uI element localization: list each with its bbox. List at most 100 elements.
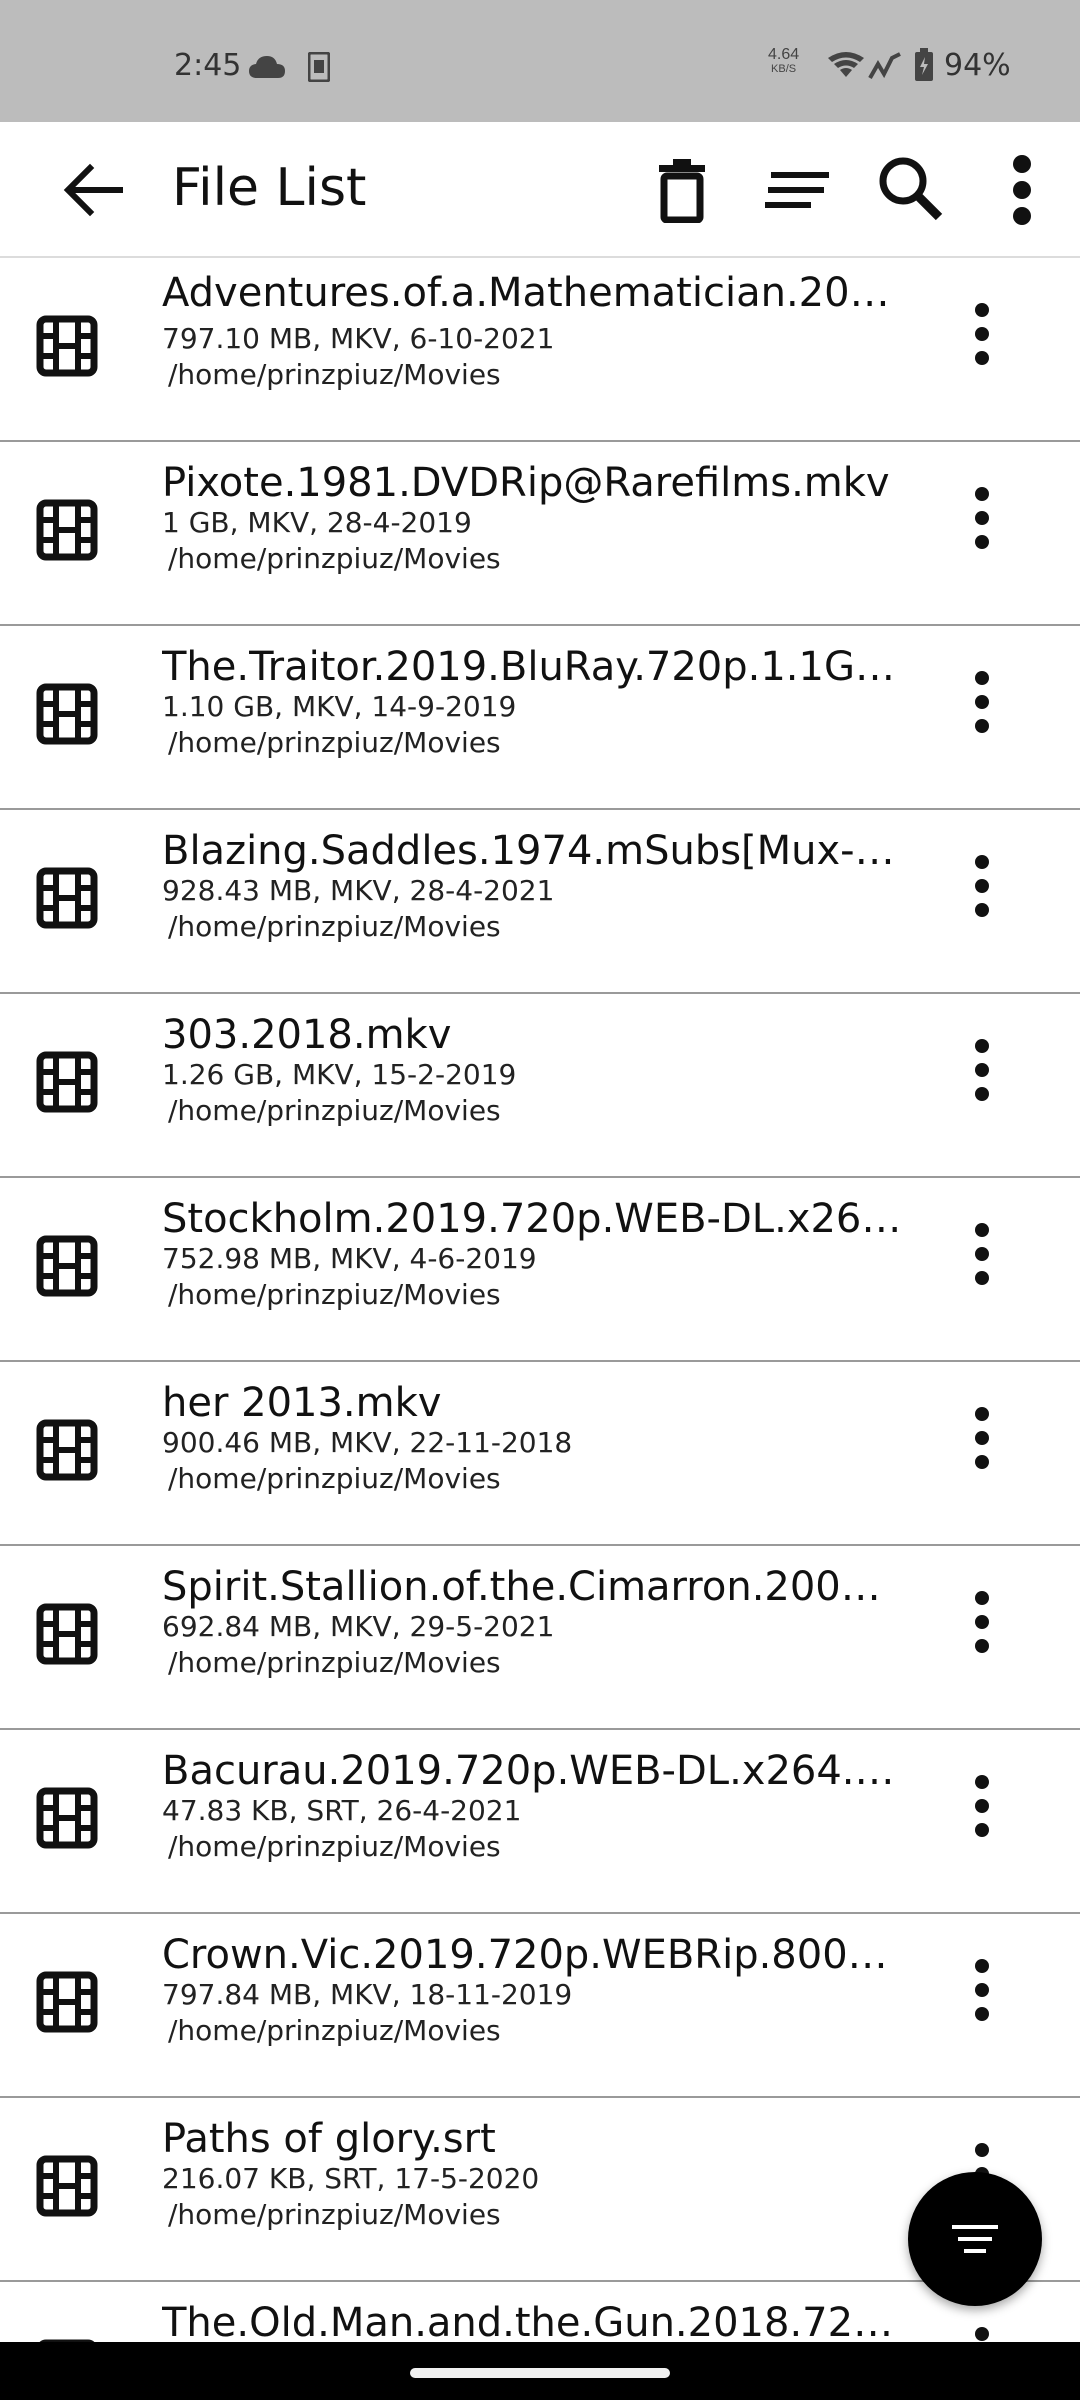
item-more-button[interactable] — [960, 1774, 1004, 1843]
file-path: /home/prinzpiuz/Movies — [168, 1830, 501, 1863]
wifi-icon — [828, 52, 864, 77]
video-file-icon — [36, 499, 98, 561]
file-path: /home/prinzpiuz/Movies — [168, 1278, 501, 1311]
file-list-item[interactable]: Adventures.of.a.Mathematician.2020.720p.… — [0, 258, 1080, 442]
cloud-icon — [249, 56, 285, 78]
file-name: Blazing.Saddles.1974.mSubs[Mux-Hindi].mk… — [162, 828, 902, 874]
more-vert-icon — [972, 2326, 992, 2343]
status-bar: 2:45 4.64 KB/S 94% — [0, 0, 1080, 122]
battery-icon — [915, 48, 933, 81]
item-more-button[interactable] — [960, 2326, 1004, 2343]
video-file-icon — [36, 1971, 98, 2033]
file-path: /home/prinzpiuz/Movies — [168, 542, 501, 575]
delete-icon — [659, 159, 705, 223]
file-meta: 797.84 MB, MKV, 18-11-2019 — [162, 1978, 573, 2011]
more-vert-icon — [972, 1774, 992, 1843]
network-speed-value: 4.64 — [768, 46, 800, 63]
back-button[interactable] — [52, 152, 132, 228]
file-list-item[interactable]: her 2013.mkv 900.46 MB, MKV, 22-11-2018/h… — [0, 1362, 1080, 1546]
item-more-button[interactable] — [960, 486, 1004, 555]
file-list-item[interactable]: The.Traitor.2019.BluRay.720p.1.1GB.x264.… — [0, 626, 1080, 810]
more-vert-icon — [972, 302, 992, 371]
sort-button[interactable] — [758, 158, 838, 222]
file-meta: 692.84 MB, MKV, 29-5-2021 — [162, 1610, 555, 1643]
more-vert-icon — [1013, 155, 1031, 225]
file-meta: 928.43 MB, MKV, 28-4-2021 — [162, 874, 555, 907]
file-list-item[interactable]: Stockholm.2019.720p.WEB-DL.x264.mkv752.9… — [0, 1178, 1080, 1362]
sort-icon — [952, 2225, 998, 2253]
sort-fab[interactable] — [908, 2172, 1042, 2306]
file-meta: 1.26 GB, MKV, 15-2-2019 — [162, 1058, 517, 1091]
file-path: /home/prinzpiuz/Movies — [168, 358, 501, 391]
more-options-button[interactable] — [990, 148, 1054, 232]
more-vert-icon — [972, 1590, 992, 1659]
file-list-item[interactable]: 303.2018.mkv 1.26 GB, MKV, 15-2-2019/home… — [0, 994, 1080, 1178]
item-more-button[interactable] — [960, 670, 1004, 739]
video-file-icon — [36, 683, 98, 745]
item-more-button[interactable] — [960, 1590, 1004, 1659]
file-list: Adventures.of.a.Mathematician.2020.720p.… — [0, 258, 1080, 2342]
item-more-button[interactable] — [960, 854, 1004, 923]
file-meta: 752.98 MB, MKV, 4-6-2019 — [162, 1242, 537, 1275]
item-more-button[interactable] — [960, 1038, 1004, 1104]
network-speed-unit: KB/S — [771, 63, 797, 75]
more-vert-icon — [972, 1222, 992, 1291]
file-name: The.Traitor.2019.BluRay.720p.1.1GB.x264.… — [162, 644, 902, 690]
file-path: /home/prinzpiuz/Movies — [168, 910, 501, 943]
more-vert-icon — [972, 486, 992, 555]
more-vert-icon — [972, 1958, 992, 2027]
battery-level: 94% — [944, 48, 1011, 83]
file-list-item[interactable]: Blazing.Saddles.1974.mSubs[Mux-Hindi].mk… — [0, 810, 1080, 994]
file-path: /home/prinzpiuz/Movies — [168, 1094, 501, 1127]
file-name: Pixote.1981.DVDRip@Rarefilms.mkv — [162, 460, 890, 506]
app-bar: File List — [0, 122, 1080, 258]
file-meta: 797.10 MB, MKV, 6-10-2021 — [162, 322, 555, 355]
delete-button[interactable] — [646, 150, 718, 230]
network-speed: 4.64 KB/S — [768, 46, 800, 76]
file-name: Adventures.of.a.Mathematician.2020.720p.… — [162, 270, 902, 316]
file-name: her 2013.mkv — [162, 1380, 442, 1426]
file-path: /home/prinzpiuz/Movies — [168, 1646, 501, 1679]
file-name: Paths of glory.srt — [162, 2116, 496, 2162]
status-time: 2:45 — [174, 48, 242, 83]
item-more-button[interactable] — [960, 1406, 1004, 1472]
home-gesture-handle[interactable] — [410, 2368, 670, 2378]
video-file-icon — [36, 2155, 98, 2217]
file-list-item[interactable]: Crown.Vic.2019.720p.WEBRip.800MB.x264.mk… — [0, 1914, 1080, 2098]
file-meta: 900.46 MB, MKV, 22-11-2018 — [162, 1426, 573, 1459]
video-file-icon — [36, 315, 98, 377]
file-name: Bacurau.2019.720p.WEB-DL.x264.AAC.srt — [162, 1748, 902, 1794]
video-file-icon — [36, 1603, 98, 1665]
sort-icon — [765, 172, 829, 208]
item-more-button[interactable] — [960, 1958, 1004, 2027]
file-name: 303.2018.mkv — [162, 1012, 452, 1058]
file-name: Spirit.Stallion.of.the.Cimarron.2002.720… — [162, 1564, 902, 1610]
item-more-button[interactable] — [960, 302, 1004, 371]
file-meta: 1.10 GB, MKV, 14-9-2019 — [162, 690, 517, 723]
video-file-icon — [36, 867, 98, 929]
file-list-item[interactable]: Spirit.Stallion.of.the.Cimarron.2002.720… — [0, 1546, 1080, 1730]
file-meta: 1 GB, MKV, 28-4-2019 — [162, 506, 472, 539]
sim-card-icon — [308, 52, 330, 82]
file-name: The.Old.Man.and.the.Gun.2018.720p.mkv — [162, 2300, 902, 2342]
video-file-icon — [36, 1787, 98, 1849]
video-file-icon — [36, 1419, 98, 1481]
file-list-item[interactable]: Pixote.1981.DVDRip@Rarefilms.mkv 1 GB, MK… — [0, 442, 1080, 626]
file-list-item[interactable]: The.Old.Man.and.the.Gun.2018.720p.mkv — [0, 2282, 1080, 2342]
back-arrow-icon — [63, 163, 123, 217]
more-vert-icon — [972, 854, 992, 923]
file-name: Crown.Vic.2019.720p.WEBRip.800MB.x264.mk… — [162, 1932, 902, 1978]
search-icon — [879, 157, 943, 221]
file-list-item[interactable]: Bacurau.2019.720p.WEB-DL.x264.AAC.srt47.… — [0, 1730, 1080, 1914]
file-path: /home/prinzpiuz/Movies — [168, 726, 501, 759]
page-title: File List — [172, 158, 367, 218]
video-file-icon — [36, 1051, 98, 1113]
file-path: /home/prinzpiuz/Movies — [168, 2014, 501, 2047]
more-vert-icon — [972, 670, 992, 739]
file-meta: 47.83 KB, SRT, 26-4-2021 — [162, 1794, 522, 1827]
search-button[interactable] — [870, 148, 950, 228]
signal-icon — [868, 52, 901, 79]
video-file-icon — [36, 1235, 98, 1297]
item-more-button[interactable] — [960, 1222, 1004, 1291]
file-meta: 216.07 KB, SRT, 17-5-2020 — [162, 2162, 540, 2195]
